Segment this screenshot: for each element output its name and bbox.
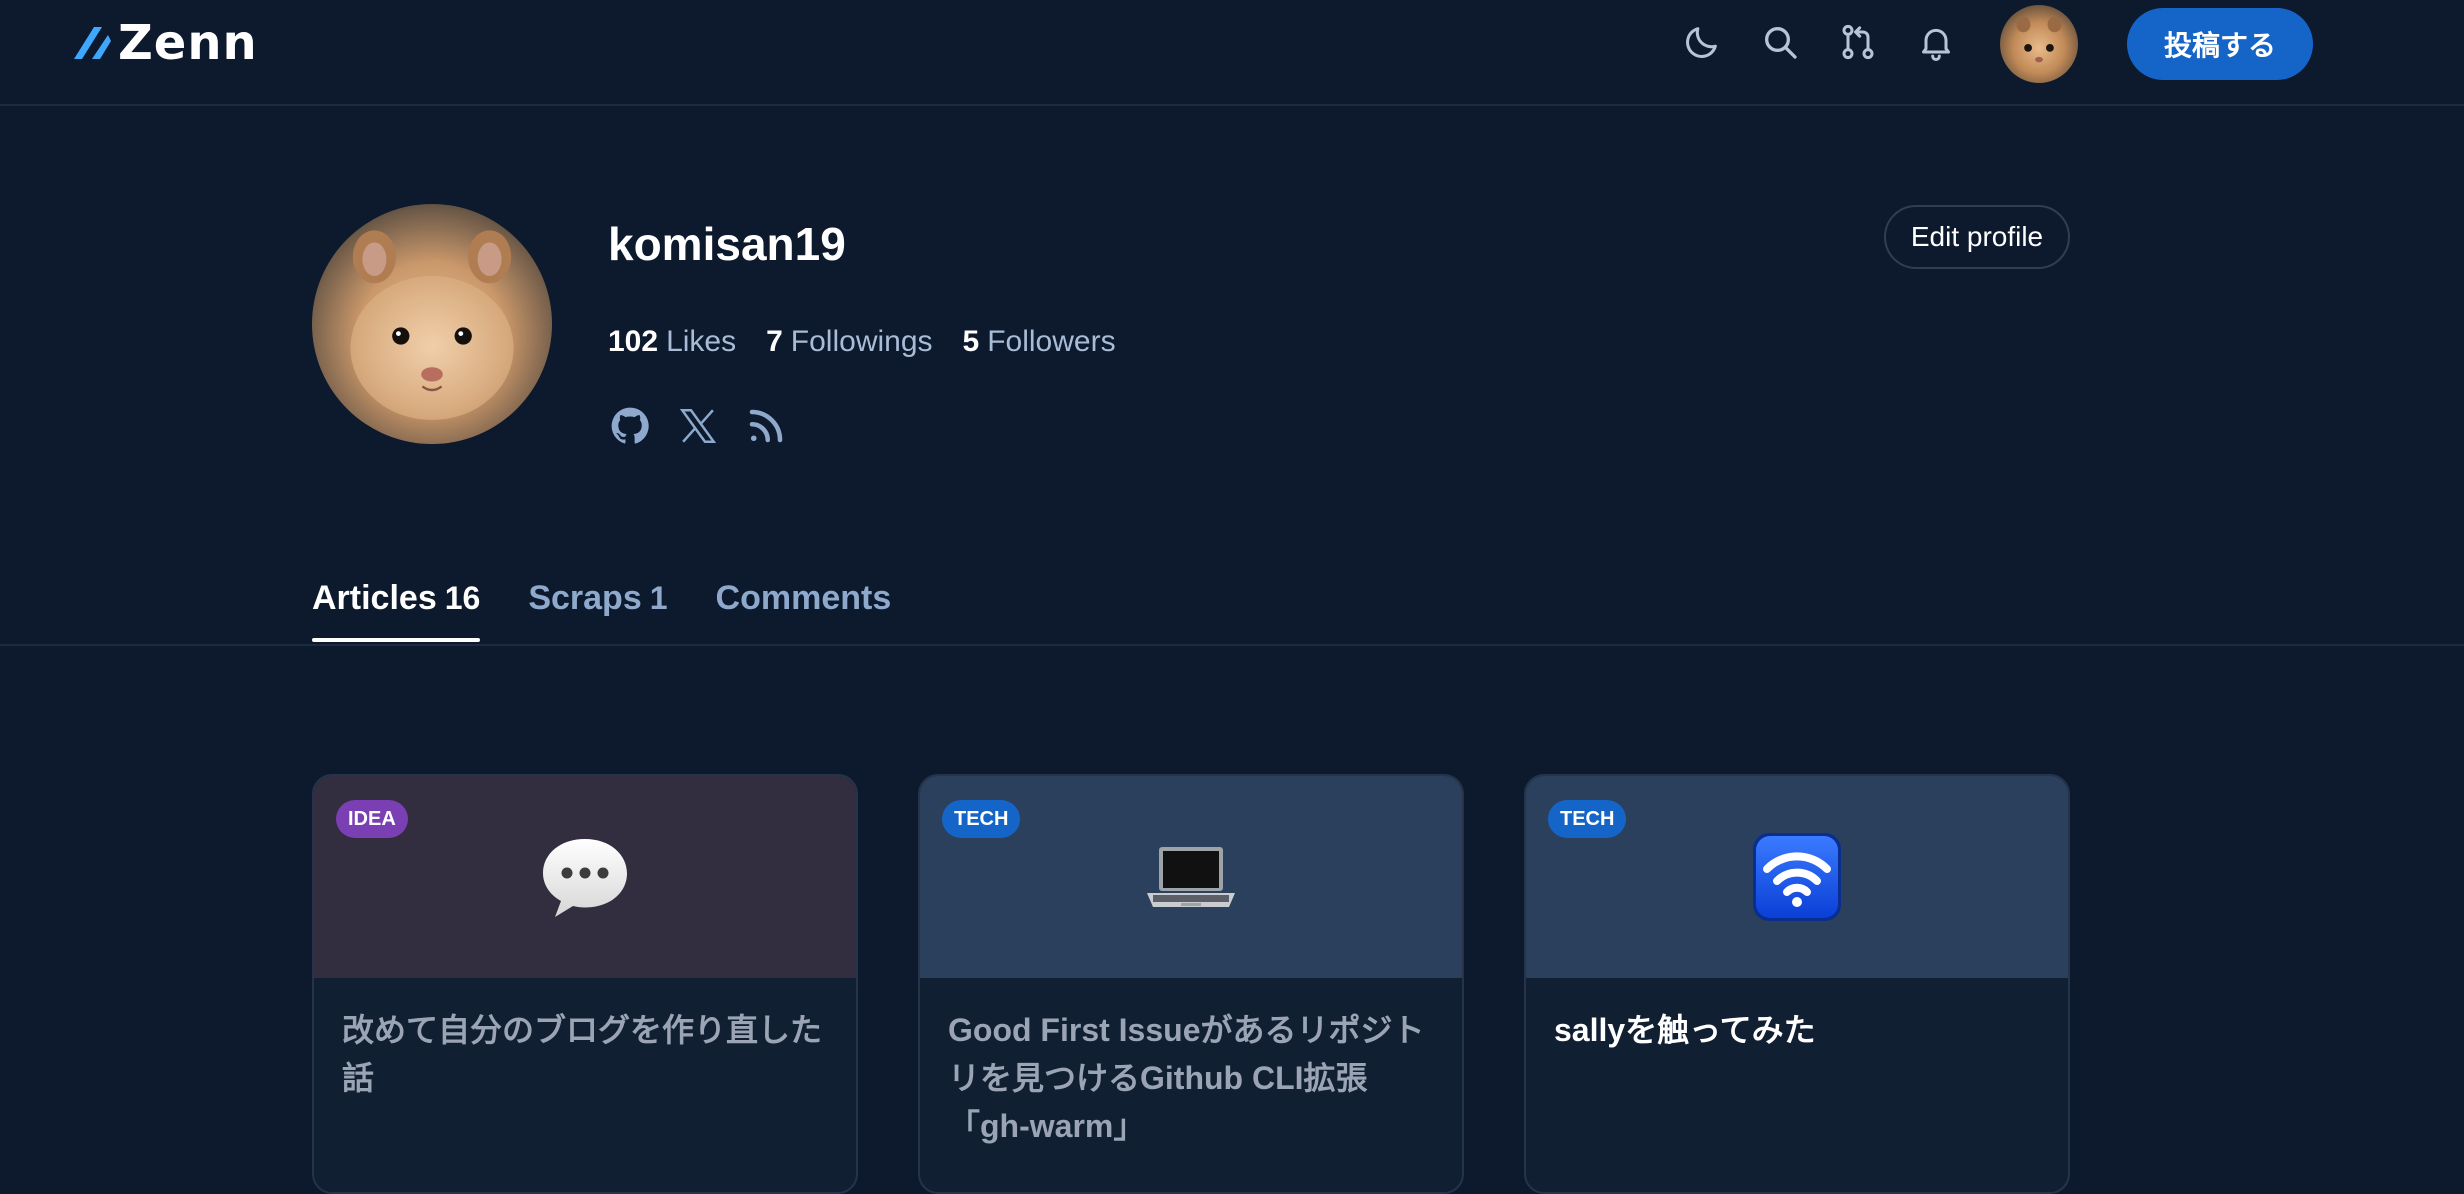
post-button[interactable]: 投稿する bbox=[2127, 8, 2313, 80]
social-links bbox=[608, 404, 788, 448]
profile-stats: 102 Likes 7 Followings 5 Followers bbox=[608, 322, 1116, 362]
rss-icon[interactable] bbox=[744, 404, 788, 448]
likes-count: 102 bbox=[608, 325, 659, 358]
laptop-icon bbox=[1147, 847, 1235, 907]
followings-stat[interactable]: 7 Followings bbox=[766, 322, 932, 362]
tabs-divider bbox=[0, 644, 2464, 646]
pull-request-icon[interactable] bbox=[1836, 20, 1880, 64]
logo-text: Zenn bbox=[118, 15, 258, 71]
profile-tabs: Articles 16 Scraps 1 Comments bbox=[312, 572, 891, 642]
edit-profile-button[interactable]: Edit profile bbox=[1884, 205, 2070, 269]
tab-comments-label: Comments bbox=[715, 579, 892, 617]
followings-count: 7 bbox=[766, 325, 783, 358]
tab-articles-label: Articles bbox=[312, 579, 437, 617]
tab-comments[interactable]: Comments bbox=[716, 572, 892, 642]
user-avatar[interactable] bbox=[2000, 5, 2078, 83]
bell-icon[interactable] bbox=[1914, 20, 1958, 64]
x-icon[interactable] bbox=[676, 404, 720, 448]
article-card[interactable]: TECH Good First Issueがあるリポジトリを見つけるGithub… bbox=[918, 774, 1464, 1194]
card-header: TECH bbox=[1526, 776, 2068, 978]
article-card[interactable]: TECH sallyを触ってみた bbox=[1524, 774, 2070, 1194]
profile-username: komisan19 bbox=[608, 218, 846, 270]
article-card[interactable]: IDEA 改めて自分のブログを作り直した話 bbox=[312, 774, 858, 1194]
tech-badge: TECH bbox=[942, 800, 1021, 838]
likes-label: Likes bbox=[666, 325, 737, 358]
github-icon[interactable] bbox=[608, 404, 652, 448]
wifi-icon bbox=[1753, 833, 1841, 921]
moon-icon[interactable] bbox=[1680, 20, 1724, 64]
speech-balloon-icon bbox=[543, 839, 627, 917]
followers-count: 5 bbox=[962, 325, 980, 358]
tab-scraps[interactable]: Scraps 1 bbox=[528, 572, 667, 642]
profile-avatar bbox=[312, 204, 552, 444]
card-header: IDEA bbox=[314, 776, 856, 978]
likes-stat[interactable]: 102 Likes bbox=[608, 322, 736, 362]
tab-articles[interactable]: Articles 16 bbox=[312, 572, 481, 642]
tab-articles-count: 16 bbox=[444, 580, 481, 616]
tab-scraps-count: 1 bbox=[649, 580, 668, 616]
followings-label: Followings bbox=[790, 325, 933, 358]
zenn-logo-icon bbox=[74, 27, 111, 59]
zenn-logo[interactable]: Zenn bbox=[72, 18, 258, 68]
article-title: sallyを触ってみた bbox=[1554, 1012, 1816, 1048]
card-header: TECH bbox=[920, 776, 1462, 978]
followers-label: Followers bbox=[987, 325, 1116, 358]
article-title: Good First Issueがあるリポジトリを見つけるGithub CLI拡… bbox=[948, 1012, 1425, 1144]
article-title: 改めて自分のブログを作り直した話 bbox=[342, 1012, 823, 1096]
tech-badge: TECH bbox=[1548, 800, 1627, 838]
site-header: Zenn 投稿する bbox=[0, 0, 2464, 106]
followers-stat[interactable]: 5 Followers bbox=[963, 322, 1116, 362]
tab-scraps-label: Scraps bbox=[528, 579, 642, 617]
idea-badge: IDEA bbox=[336, 800, 408, 838]
search-icon[interactable] bbox=[1758, 20, 1802, 64]
